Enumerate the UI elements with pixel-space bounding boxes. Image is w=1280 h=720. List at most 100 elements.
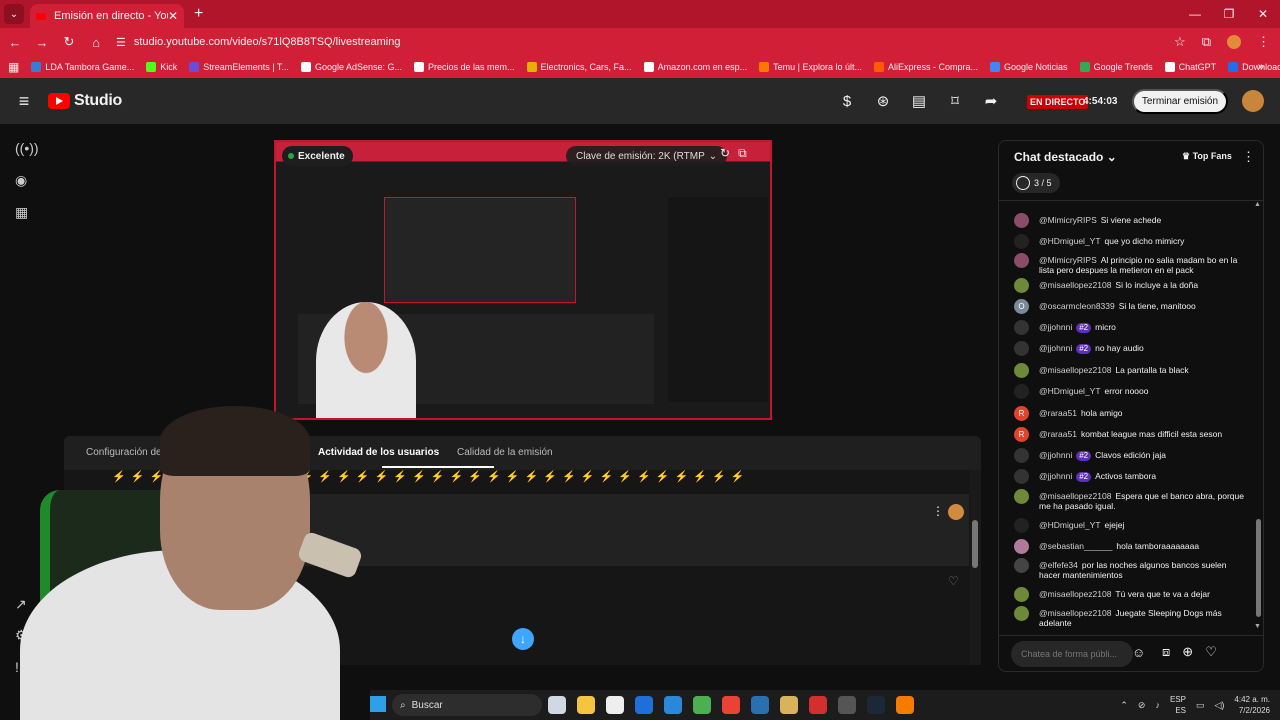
end-stream-button[interactable]: Terminar emisión xyxy=(1132,89,1228,114)
chat-message[interactable]: @MimicryRIPS Si viene achede xyxy=(1014,213,1250,228)
clock[interactable]: 4:42 a. m. 7/2/2026 xyxy=(1234,694,1270,716)
task-view-icon[interactable] xyxy=(548,696,566,714)
app-red-icon[interactable] xyxy=(809,696,827,714)
add-icon[interactable]: ⊕ xyxy=(1182,644,1193,660)
chat-message[interactable]: @jjohnni #2 no hay audio xyxy=(1014,341,1250,356)
close-window-icon[interactable]: ✕ xyxy=(1246,7,1280,21)
url-field[interactable]: ☰ studio.youtube.com/video/s71lQ8B8TSQ/l… xyxy=(116,30,1206,54)
chat-author[interactable]: @HDmiguel_YT xyxy=(1039,386,1101,396)
site-info-icon[interactable]: ☰ xyxy=(116,36,126,49)
chat-message[interactable]: R @raraa51 hola amigo xyxy=(1014,406,1250,421)
back-icon[interactable]: ← xyxy=(3,35,27,50)
chat-message[interactable]: @misaellopez2108 La pantalla ta black xyxy=(1014,363,1250,378)
chat-author[interactable]: @HDmiguel_YT xyxy=(1039,236,1101,246)
bookmark-star-icon[interactable]: ☆ xyxy=(1174,34,1186,50)
file-explorer-icon[interactable] xyxy=(577,696,595,714)
camera-icon[interactable]: ◉ xyxy=(15,172,27,189)
bookmark-item[interactable]: Download ROMs FR... xyxy=(1228,62,1280,72)
emoji-icon[interactable]: ☺ xyxy=(1132,645,1145,660)
top-fans-button[interactable]: ♛ Top Fans xyxy=(1182,151,1232,162)
chat-message[interactable]: O @oscarmcleon8339 Si la tiene, manitooo xyxy=(1014,299,1250,314)
language-indicator[interactable]: ESP ES xyxy=(1170,694,1186,716)
stream-preview[interactable] xyxy=(274,140,772,420)
bookmark-item[interactable]: ChatGPT xyxy=(1164,62,1216,72)
chat-message[interactable]: @jjohnni #2 Activos tambora xyxy=(1014,469,1250,484)
extensions-icon[interactable]: ⧉ xyxy=(1202,34,1211,50)
heart-icon[interactable]: ♡ xyxy=(948,574,959,588)
scroll-down-button[interactable]: ↓ xyxy=(512,628,534,650)
bookmark-item[interactable]: StreamElements | T... xyxy=(189,62,289,72)
network-icon[interactable]: ⊘ xyxy=(1138,700,1146,711)
menu-icon[interactable]: ≡ xyxy=(0,91,48,112)
minimize-icon[interactable]: — xyxy=(1178,7,1212,21)
share-icon[interactable]: ➦ xyxy=(980,92,1002,110)
browser-tab[interactable]: Emisión en directo - YouTube S ✕ xyxy=(30,4,184,28)
chat-author[interactable]: @HDmiguel_YT xyxy=(1039,520,1101,530)
restore-icon[interactable]: ❐ xyxy=(1212,7,1246,21)
chat-message[interactable]: @MimicryRIPS Al principio no salia madam … xyxy=(1014,253,1250,275)
chat-message[interactable]: @elfefe34 por las noches algunos bancos s… xyxy=(1014,558,1250,580)
chat-message[interactable]: @misaellopez2108 Tú vera que te va a deja… xyxy=(1014,587,1250,602)
heart-reaction-icon[interactable]: ♡ xyxy=(1205,644,1217,660)
ccleaner-icon[interactable] xyxy=(751,696,769,714)
windows-start-icon[interactable] xyxy=(370,696,386,712)
super-chat-icon[interactable]: ⧈ xyxy=(1162,644,1170,660)
steam-icon[interactable] xyxy=(867,696,885,714)
refresh-icon[interactable]: ↻ xyxy=(720,146,730,161)
close-tab-icon[interactable]: ✕ xyxy=(168,9,178,23)
poll-progress[interactable]: 3 / 5 xyxy=(1012,173,1060,193)
chat-input[interactable] xyxy=(1011,641,1133,667)
home-icon[interactable]: ⌂ xyxy=(84,35,108,50)
activity-scroll-thumb[interactable] xyxy=(972,520,978,568)
more-bookmarks-icon[interactable]: » xyxy=(1258,61,1264,73)
chat-message[interactable]: @jjohnni #2 Clavos edición jaja xyxy=(1014,448,1250,463)
tab-stream-health[interactable]: Calidad de la emisión xyxy=(457,447,553,458)
apps-grid-icon[interactable]: ▦ xyxy=(8,60,19,74)
chat-author[interactable]: @misaellopez2108 xyxy=(1039,280,1111,290)
stream-key-selector[interactable]: Clave de emisión: 2K (RTMP ⌄ xyxy=(566,146,728,166)
chat-message[interactable]: @jjohnni #2 micro xyxy=(1014,320,1250,335)
vlc-icon[interactable] xyxy=(896,696,914,714)
chat-message[interactable]: @sebastian______ hola tamboraaaaaaaa xyxy=(1014,539,1250,554)
chat-author[interactable]: @jjohnni xyxy=(1039,471,1072,481)
chat-mode-selector[interactable]: Chat destacado ⌄ xyxy=(1014,150,1117,164)
chat-author[interactable]: @misaellopez2108 xyxy=(1039,608,1111,618)
chat-author[interactable]: @MimicryRIPS xyxy=(1039,215,1097,225)
chat-author[interactable]: @sebastian______ xyxy=(1039,541,1112,551)
volume-icon[interactable]: ◁) xyxy=(1215,700,1225,711)
channel-avatar[interactable] xyxy=(1242,90,1264,112)
save-icon[interactable]: ⌑ xyxy=(944,92,966,110)
chat-scroll-thumb[interactable] xyxy=(1256,519,1261,617)
profile-avatar[interactable] xyxy=(1227,35,1241,49)
bookmark-item[interactable]: LDA Tambora Game... xyxy=(31,62,134,72)
chat-author[interactable]: @misaellopez2108 xyxy=(1039,491,1111,501)
chat-author[interactable]: @MimicryRIPS xyxy=(1039,255,1097,265)
mic-tray-icon[interactable]: ♪ xyxy=(1155,700,1160,710)
chat-author[interactable]: @jjohnni xyxy=(1039,450,1072,460)
chat-message[interactable]: @HDmiguel_YT que yo dicho mimicry xyxy=(1014,234,1250,249)
monetization-icon[interactable]: $ xyxy=(836,93,858,110)
browser-menu-icon[interactable]: ⋮ xyxy=(1257,34,1270,50)
excel-icon[interactable] xyxy=(693,696,711,714)
display-icon[interactable]: ▭ xyxy=(1196,700,1205,711)
chat-author[interactable]: @misaellopez2108 xyxy=(1039,589,1111,599)
copy-icon[interactable]: ⧉ xyxy=(738,146,747,161)
bookmark-item[interactable]: Google Noticias xyxy=(990,62,1068,72)
tab-search-icon[interactable]: ⌄ xyxy=(4,4,24,24)
forward-icon[interactable]: → xyxy=(30,35,54,50)
chrome-icon[interactable] xyxy=(722,696,740,714)
chat-author[interactable]: @misaellopez2108 xyxy=(1039,365,1111,375)
taskbar-search[interactable]: ⌕ Buscar xyxy=(392,694,542,716)
scroll-up-icon[interactable]: ▲ xyxy=(1254,201,1261,208)
chat-message[interactable]: @misaellopez2108 Si lo incluye a la doña xyxy=(1014,278,1250,293)
broadcast-icon[interactable]: ((•)) xyxy=(15,140,39,156)
calendar-icon[interactable]: ▦ xyxy=(15,204,28,221)
chat-author[interactable]: @raraa51 xyxy=(1039,429,1077,439)
bookmark-item[interactable]: Electronics, Cars, Fa... xyxy=(526,62,632,72)
reload-icon[interactable]: ↻ xyxy=(57,34,81,50)
chat-more-icon[interactable]: ⋮ xyxy=(1242,149,1255,165)
bookmark-item[interactable]: AliExpress - Compra... xyxy=(873,62,978,72)
bookmark-item[interactable]: Temu | Explora lo últ... xyxy=(759,62,862,72)
chat-author[interactable]: @oscarmcleon8339 xyxy=(1039,301,1115,311)
chat-message[interactable]: @HDmiguel_YT error noooo xyxy=(1014,384,1250,399)
